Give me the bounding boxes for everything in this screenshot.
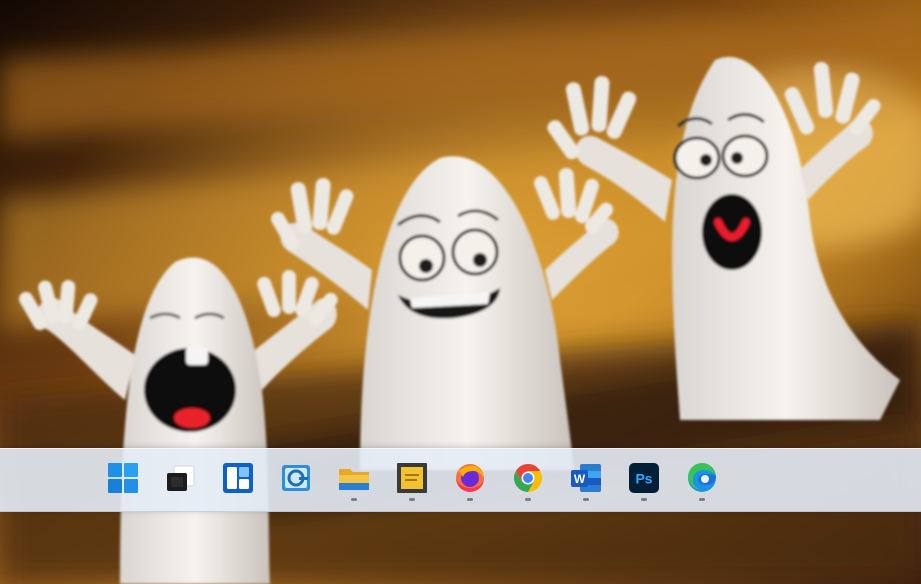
edge-icon — [687, 462, 716, 492]
sticky-notes-button[interactable]: Sticky Notes — [392, 459, 432, 503]
sticky-notes-running-indicator — [409, 498, 415, 501]
sticky-notes-icon — [397, 463, 427, 493]
firefox-button[interactable]: Firefox — [450, 459, 490, 503]
widgets-button[interactable]: Widgets — [218, 459, 258, 503]
edge-label: Microsoft Edge — [702, 459, 703, 460]
settings-app-label: Settings — [296, 459, 297, 460]
firefox-running-indicator — [467, 498, 473, 501]
chrome-label: Google Chrome — [528, 459, 529, 460]
file-explorer-button[interactable]: File Explorer — [334, 459, 374, 503]
photoshop-text: Ps — [635, 471, 652, 487]
folder-icon — [339, 469, 369, 490]
file-explorer-running-indicator — [351, 498, 357, 501]
start-button[interactable]: Start — [103, 459, 143, 503]
firefox-icon — [456, 464, 484, 492]
settings-app-icon — [282, 465, 310, 491]
edge-button[interactable]: Microsoft Edge — [682, 459, 722, 503]
file-explorer-label: File Explorer — [354, 459, 355, 460]
sticky-notes-label: Sticky Notes — [412, 459, 413, 460]
photoshop-label: Adobe Photoshop — [644, 459, 645, 460]
task-view-icon — [167, 465, 195, 491]
chrome-button[interactable]: Google Chrome — [508, 459, 548, 503]
photoshop-icon: Ps — [629, 463, 659, 493]
edge-running-indicator — [699, 498, 705, 501]
task-view-button[interactable]: Task View — [160, 459, 200, 503]
chrome-running-indicator — [525, 498, 531, 501]
widgets-label: Widgets — [238, 459, 239, 460]
word-label: Microsoft Word — [586, 459, 587, 460]
photoshop-button[interactable]: Adobe Photoshop Ps — [624, 459, 664, 503]
firefox-label: Firefox — [470, 459, 471, 460]
windows-start-icon — [108, 463, 138, 493]
task-view-label: Task View — [180, 459, 181, 460]
word-running-indicator — [583, 498, 589, 501]
word-button[interactable]: Microsoft Word W — [566, 459, 606, 503]
photoshop-running-indicator — [641, 498, 647, 501]
taskbar: Start Task View Widgets — [0, 448, 921, 512]
widgets-icon — [223, 463, 253, 493]
settings-app-button[interactable]: Settings — [276, 459, 316, 503]
start-button-label: Start — [123, 459, 124, 460]
desktop: Start Task View Widgets — [0, 0, 921, 584]
chrome-icon — [514, 464, 542, 492]
word-letter: W — [574, 472, 586, 486]
word-icon: W — [571, 464, 601, 492]
